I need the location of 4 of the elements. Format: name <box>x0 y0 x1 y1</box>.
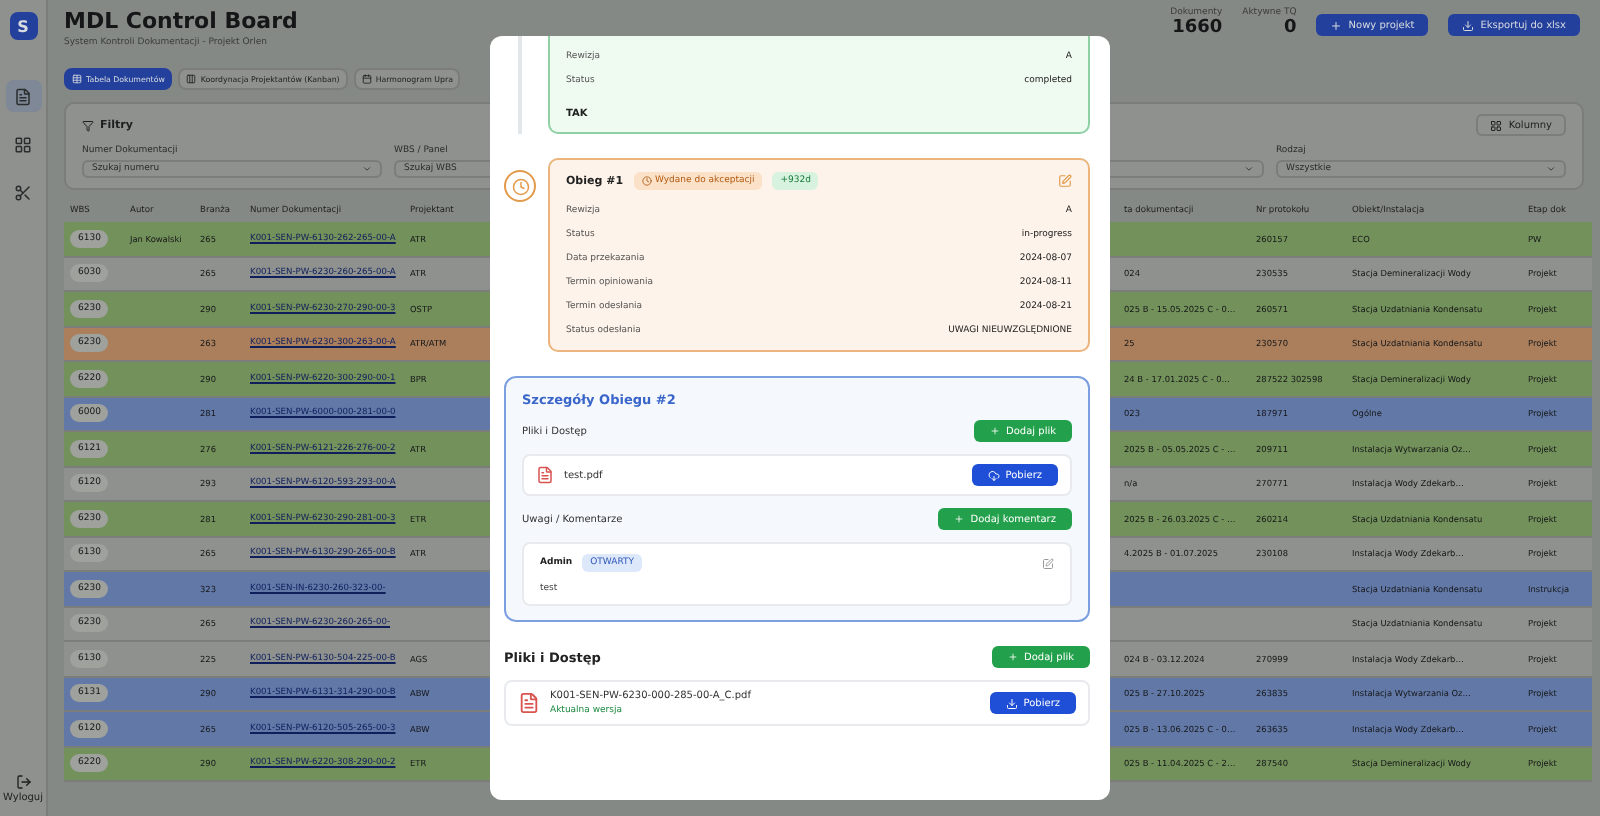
stat-value: 0 <box>1284 18 1297 38</box>
page-title: MDL Control Board <box>64 8 298 34</box>
stat-value: 1660 <box>1172 18 1223 38</box>
app-logo: S <box>9 12 37 40</box>
